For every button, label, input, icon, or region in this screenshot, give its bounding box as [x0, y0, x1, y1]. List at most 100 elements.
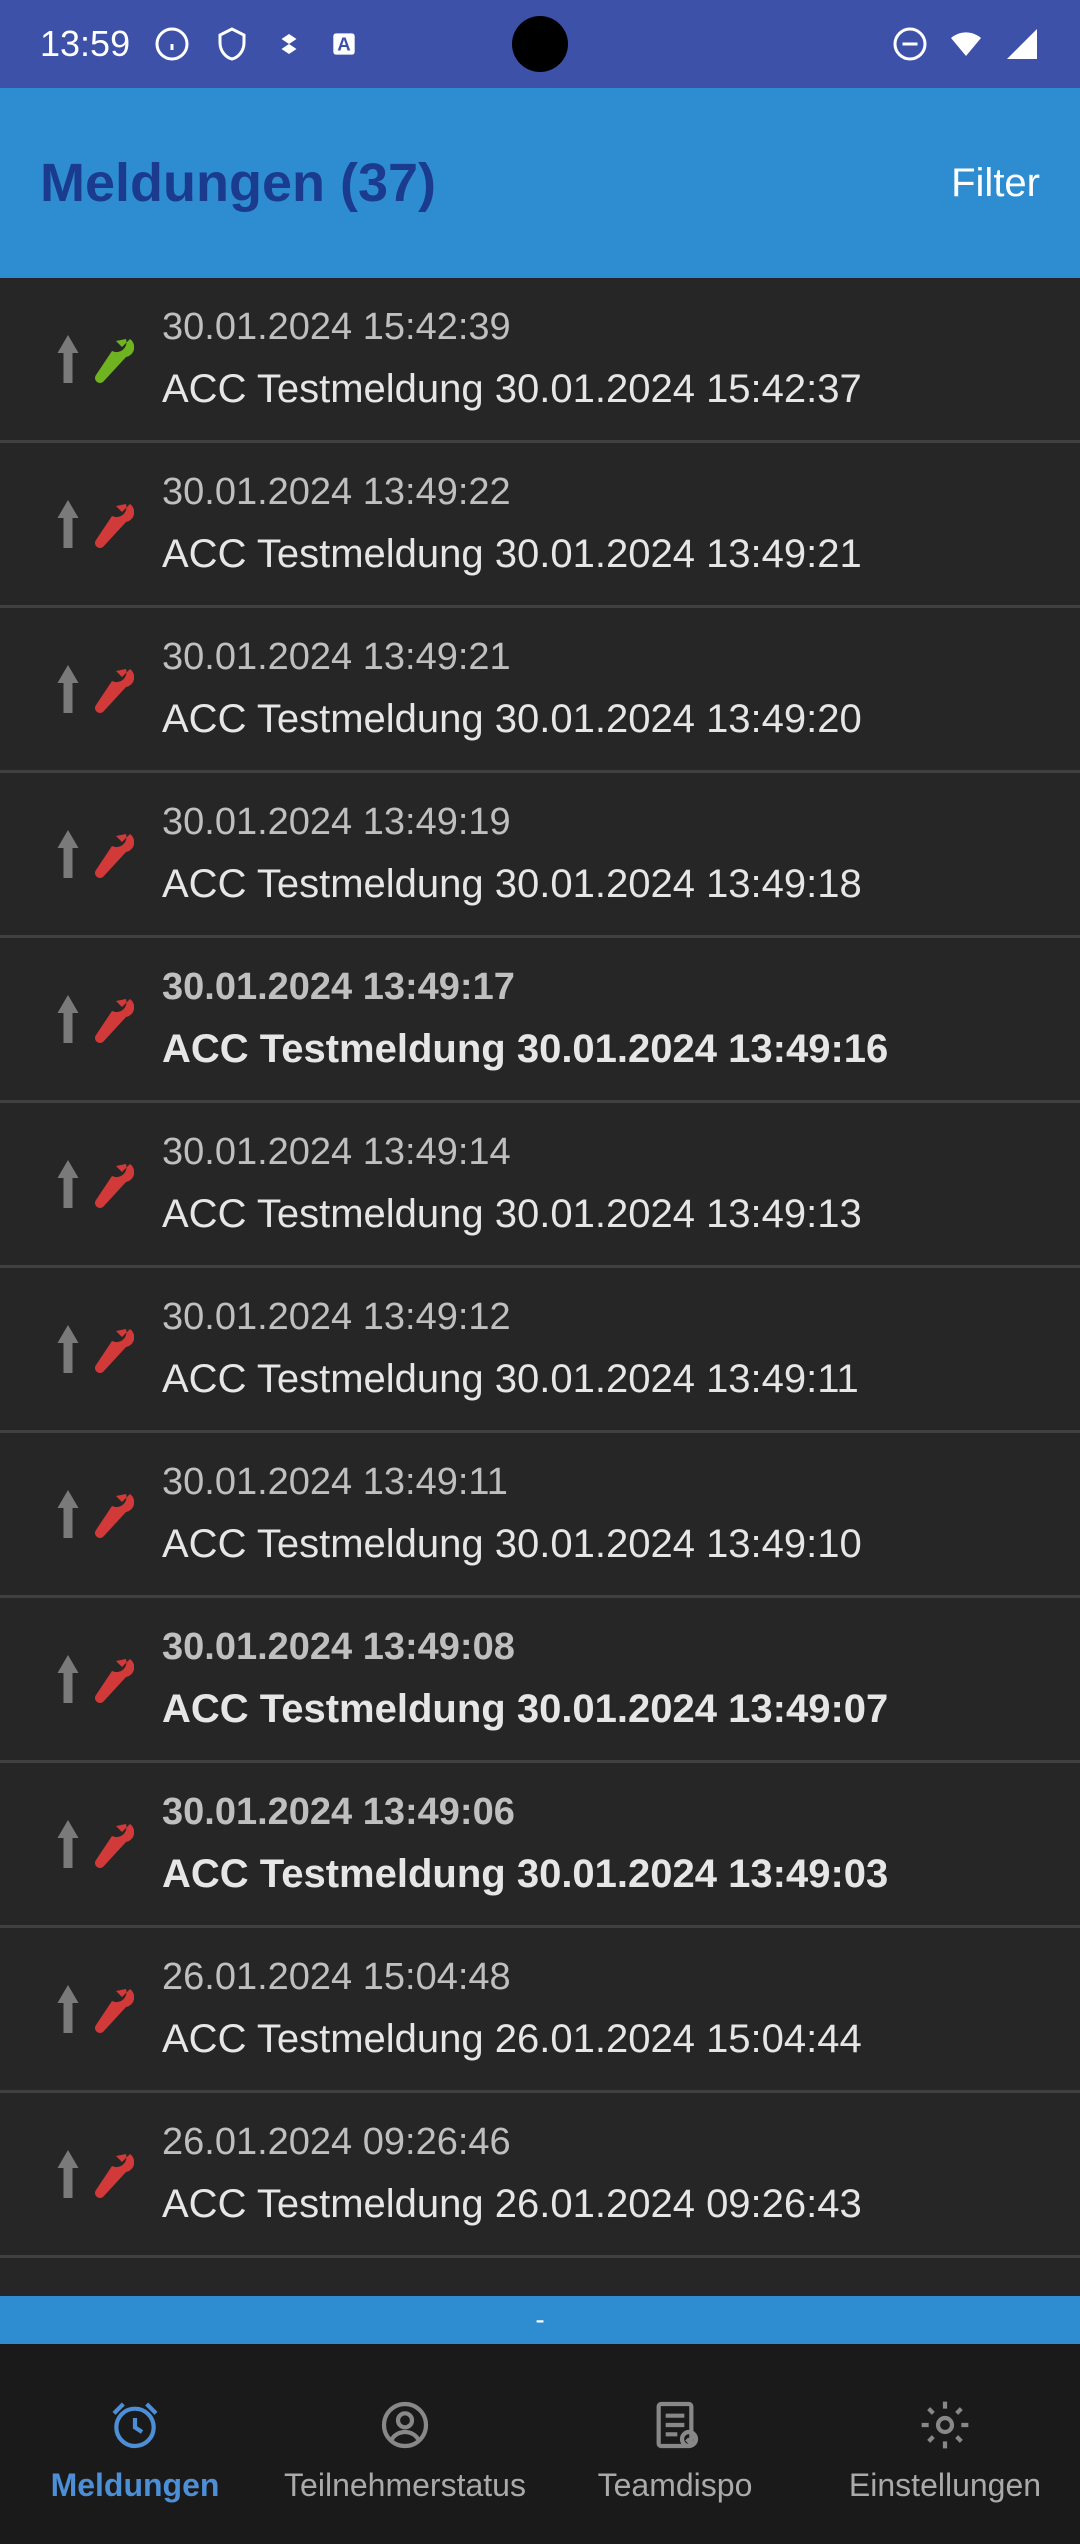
nav-tab-einstellungen[interactable]: Einstellungen [810, 2397, 1080, 2504]
item-timestamp: 26.01.2024 09:26:46 [162, 2121, 1056, 2164]
wrench-icon [86, 986, 134, 1052]
item-title: ACC Testmeldung 30.01.2024 13:49:03 [162, 1852, 1056, 1897]
wrench-icon [86, 1976, 134, 2042]
arrow-up-icon [50, 824, 86, 884]
item-title: ACC Testmeldung 30.01.2024 13:49:11 [162, 1357, 1056, 1402]
item-timestamp: 30.01.2024 13:49:14 [162, 1131, 1056, 1174]
list-item[interactable]: 30.01.2024 13:49:08ACC Testmeldung 30.01… [0, 1598, 1080, 1763]
list-item[interactable]: 26.01.2024 15:04:48 ACC Testmeldung 26.01… [0, 1928, 1080, 2093]
list-item[interactable]: 30.01.2024 13:49:12ACC Testmeldung 30.01… [0, 1268, 1080, 1433]
item-icons [50, 491, 130, 557]
item-icons [50, 986, 130, 1052]
item-timestamp: 30.01.2024 13:49:21 [162, 636, 1056, 679]
arrow-up-icon [50, 1484, 86, 1544]
wrench-icon [86, 491, 134, 557]
arrow-up-icon [50, 659, 86, 719]
list-item[interactable]: 30.01.2024 13:49:19 ACC Testmeldung 30.01… [0, 773, 1080, 938]
wifi-icon [946, 26, 986, 62]
arrow-up-icon [50, 1649, 86, 1709]
item-text: 30.01.2024 13:49:06 ACC Testmeldung 30.01… [162, 1791, 1056, 1897]
nav-tab-meldungen[interactable]: Meldungen [0, 2397, 270, 2504]
list-item[interactable]: 30.01.2024 13:49:22ACC Testmeldung 30.01… [0, 443, 1080, 608]
list-item[interactable]: 30.01.2024 13:49:17 ACC Testmeldung 30.01… [0, 938, 1080, 1103]
nav-icon [377, 2397, 433, 2453]
message-list[interactable]: 30.01.2024 15:42:39ACC Testmeldung 30.01… [0, 278, 1080, 2296]
app-bar: Meldungen (37) Filter [0, 88, 1080, 278]
item-text: 30.01.2024 13:49:11 ACC Testmeldung 30.01… [162, 1461, 1056, 1567]
list-item[interactable]: 30.01.2024 13:49:21 ACC Testmeldung 30.01… [0, 608, 1080, 773]
item-title: ACC Testmeldung 30.01.2024 13:49:20 [162, 697, 1056, 742]
item-title: ACC Testmeldung 30.01.2024 13:49:16 [162, 1027, 1056, 1072]
item-icons [50, 326, 130, 392]
item-text: 26.01.2024 09:26:46 ACC Testmeldung 26.01… [162, 2121, 1056, 2227]
item-text: 30.01.2024 15:42:39ACC Testmeldung 30.01… [162, 306, 1056, 412]
item-title: ACC Testmeldung 26.01.2024 15:04:44 [162, 2017, 1056, 2062]
item-text: 30.01.2024 13:49:08ACC Testmeldung 30.01… [162, 1626, 1056, 1732]
item-timestamp: 30.01.2024 13:49:06 [162, 1791, 1056, 1834]
svg-text:A: A [337, 34, 350, 55]
status-left: 13:59 A [40, 23, 360, 65]
item-text: 30.01.2024 13:49:21 ACC Testmeldung 30.01… [162, 636, 1056, 742]
item-timestamp: 30.01.2024 13:49:17 [162, 966, 1056, 1009]
list-item[interactable]: 30.01.2024 15:42:39ACC Testmeldung 30.01… [0, 278, 1080, 443]
camera-notch [512, 16, 568, 72]
arrow-up-icon [50, 494, 86, 554]
item-text: 26.01.2024 15:04:48 ACC Testmeldung 26.01… [162, 1956, 1056, 2062]
item-timestamp: 30.01.2024 13:49:19 [162, 801, 1056, 844]
item-text: 30.01.2024 13:49:22ACC Testmeldung 30.01… [162, 471, 1056, 577]
signal-icon [1004, 26, 1040, 62]
item-icons [50, 821, 130, 887]
nav-tab-teamdispo[interactable]: Teamdispo [540, 2397, 810, 2504]
arrow-up-icon [50, 329, 86, 389]
item-text: 30.01.2024 13:49:12ACC Testmeldung 30.01… [162, 1296, 1056, 1402]
arrow-up-icon [50, 989, 86, 1049]
nav-label: Teilnehmerstatus [284, 2467, 526, 2504]
wrench-icon [86, 326, 134, 392]
nav-icon [647, 2397, 703, 2453]
item-icons [50, 1481, 130, 1547]
wrench-icon [86, 1646, 134, 1712]
item-timestamp: 26.01.2024 15:04:48 [162, 1956, 1056, 1999]
item-text: 30.01.2024 13:49:19 ACC Testmeldung 30.01… [162, 801, 1056, 907]
wrench-icon [86, 1151, 134, 1217]
item-title: ACC Testmeldung 30.01.2024 15:42:37 [162, 367, 1056, 412]
nav-tab-teilnehmerstatus[interactable]: Teilnehmerstatus [270, 2397, 540, 2504]
filter-button[interactable]: Filter [951, 161, 1040, 206]
nav-label: Teamdispo [598, 2467, 753, 2504]
list-item[interactable]: 30.01.2024 13:49:11 ACC Testmeldung 30.01… [0, 1433, 1080, 1598]
item-timestamp: 30.01.2024 13:49:08 [162, 1626, 1056, 1669]
wrench-icon [86, 656, 134, 722]
item-icons [50, 1316, 130, 1382]
nav-label: Einstellungen [849, 2467, 1041, 2504]
item-title: ACC Testmeldung 30.01.2024 13:49:18 [162, 862, 1056, 907]
dnd-icon [892, 26, 928, 62]
item-icons [50, 1811, 130, 1877]
wrench-icon [86, 2141, 134, 2207]
item-icons [50, 1976, 130, 2042]
footer-strip: - [0, 2296, 1080, 2344]
bottom-nav: Meldungen Teilnehmerstatus Teamdispo Einste… [0, 2344, 1080, 2544]
nav-label: Meldungen [51, 2467, 220, 2504]
item-title: ACC Testmeldung 30.01.2024 13:49:10 [162, 1522, 1056, 1567]
page-title: Meldungen (37) [40, 152, 436, 214]
arrow-up-icon [50, 1814, 86, 1874]
item-text: 30.01.2024 13:49:14ACC Testmeldung 30.01… [162, 1131, 1056, 1237]
item-title: ACC Testmeldung 26.01.2024 09:26:43 [162, 2182, 1056, 2227]
list-item[interactable]: 30.01.2024 13:49:06 ACC Testmeldung 30.01… [0, 1763, 1080, 1928]
status-bar: 13:59 A [0, 0, 1080, 88]
item-icons [50, 2141, 130, 2207]
item-icons [50, 1151, 130, 1217]
arrow-up-icon [50, 1319, 86, 1379]
item-icons [50, 656, 130, 722]
wrench-icon [86, 1811, 134, 1877]
item-text: 30.01.2024 13:49:17 ACC Testmeldung 30.01… [162, 966, 1056, 1072]
list-item[interactable]: 26.01.2024 09:26:46 ACC Testmeldung 26.01… [0, 2093, 1080, 2258]
status-right [892, 26, 1040, 62]
status-time: 13:59 [40, 23, 130, 65]
item-timestamp: 30.01.2024 13:49:11 [162, 1461, 1056, 1504]
wrench-icon [86, 1481, 134, 1547]
arrow-up-icon [50, 1154, 86, 1214]
list-item[interactable]: 30.01.2024 13:49:14ACC Testmeldung 30.01… [0, 1103, 1080, 1268]
nav-icon [107, 2397, 163, 2453]
wrench-icon [86, 1316, 134, 1382]
